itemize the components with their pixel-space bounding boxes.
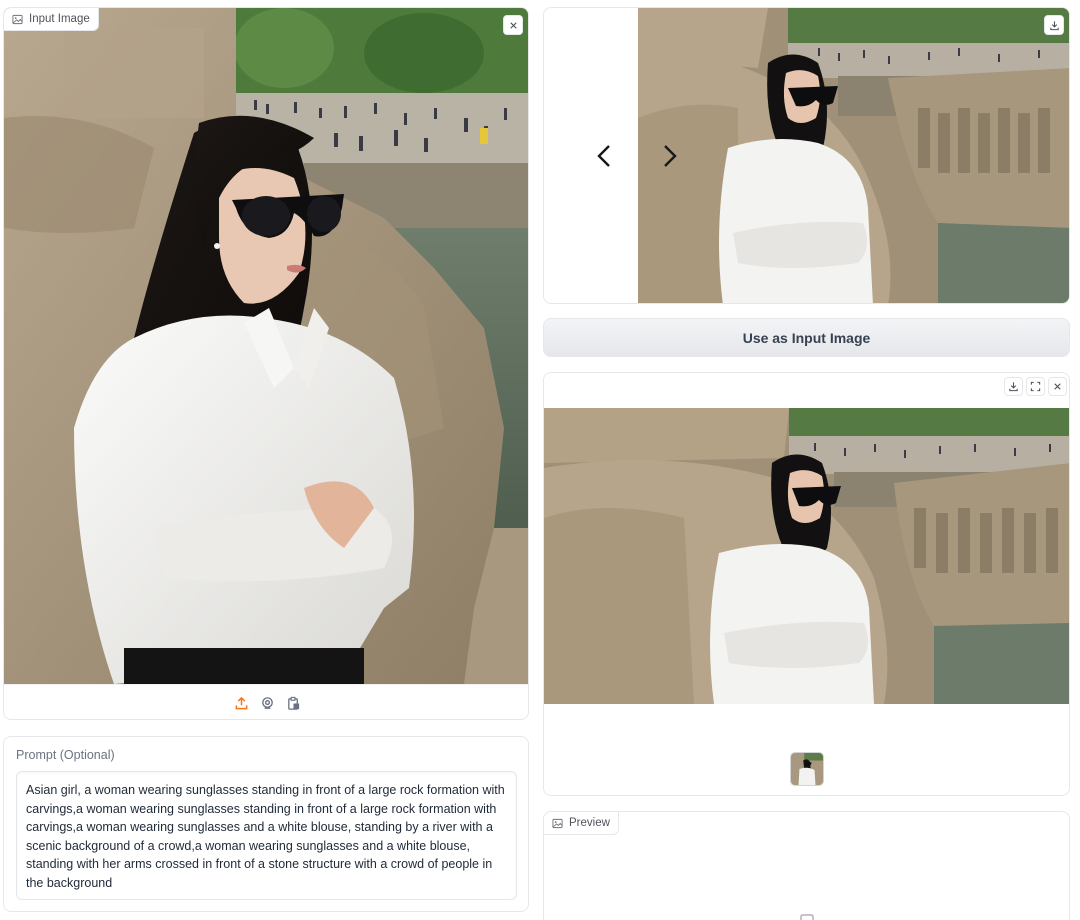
chevron-right-icon [664,145,677,167]
fullscreen-icon [1030,381,1041,392]
output-thumbnail[interactable] [790,752,824,786]
use-as-input-button[interactable]: Use as Input Image [543,318,1070,357]
preview-label: Preview [544,812,619,835]
download-icon [1009,382,1018,392]
gallery-download-button[interactable] [1044,15,1064,35]
prompt-label: Prompt (Optional) [16,748,115,762]
upload-icon [235,696,247,709]
gallery-image[interactable] [638,8,1069,303]
gallery-prev-button[interactable] [592,143,618,169]
output-fullscreen-button[interactable] [1026,377,1045,396]
image-icon [552,818,563,828]
close-icon [509,21,517,29]
input-image[interactable] [4,8,528,684]
output-image[interactable] [544,408,1069,704]
webcam-button[interactable] [259,695,275,711]
input-image-panel[interactable]: Input Image [3,7,529,720]
gallery-panel [543,7,1070,304]
preview-panel: Preview [543,811,1070,920]
chevron-left-icon [597,145,610,167]
image-icon [12,14,23,24]
clipboard-button[interactable] [285,695,301,711]
preview-label-text: Preview [569,817,610,829]
gallery-next-button[interactable] [656,143,682,169]
upload-button[interactable] [233,695,249,711]
output-close-button[interactable] [1048,377,1067,396]
output-image-panel [543,372,1070,796]
image-source-toolbar [4,684,528,719]
close-icon [1054,383,1061,390]
output-download-button[interactable] [1004,377,1023,396]
input-image-label-text: Input Image [29,13,90,25]
prompt-panel: Prompt (Optional) Asian girl, a woman we… [3,736,529,912]
image-placeholder-icon [800,914,814,920]
webcam-icon [261,696,273,709]
prompt-textarea[interactable]: Asian girl, a woman wearing sunglasses s… [16,771,517,900]
clipboard-icon [287,696,299,710]
download-icon [1049,20,1059,30]
input-image-label: Input Image [4,8,99,31]
close-button[interactable] [503,15,523,35]
